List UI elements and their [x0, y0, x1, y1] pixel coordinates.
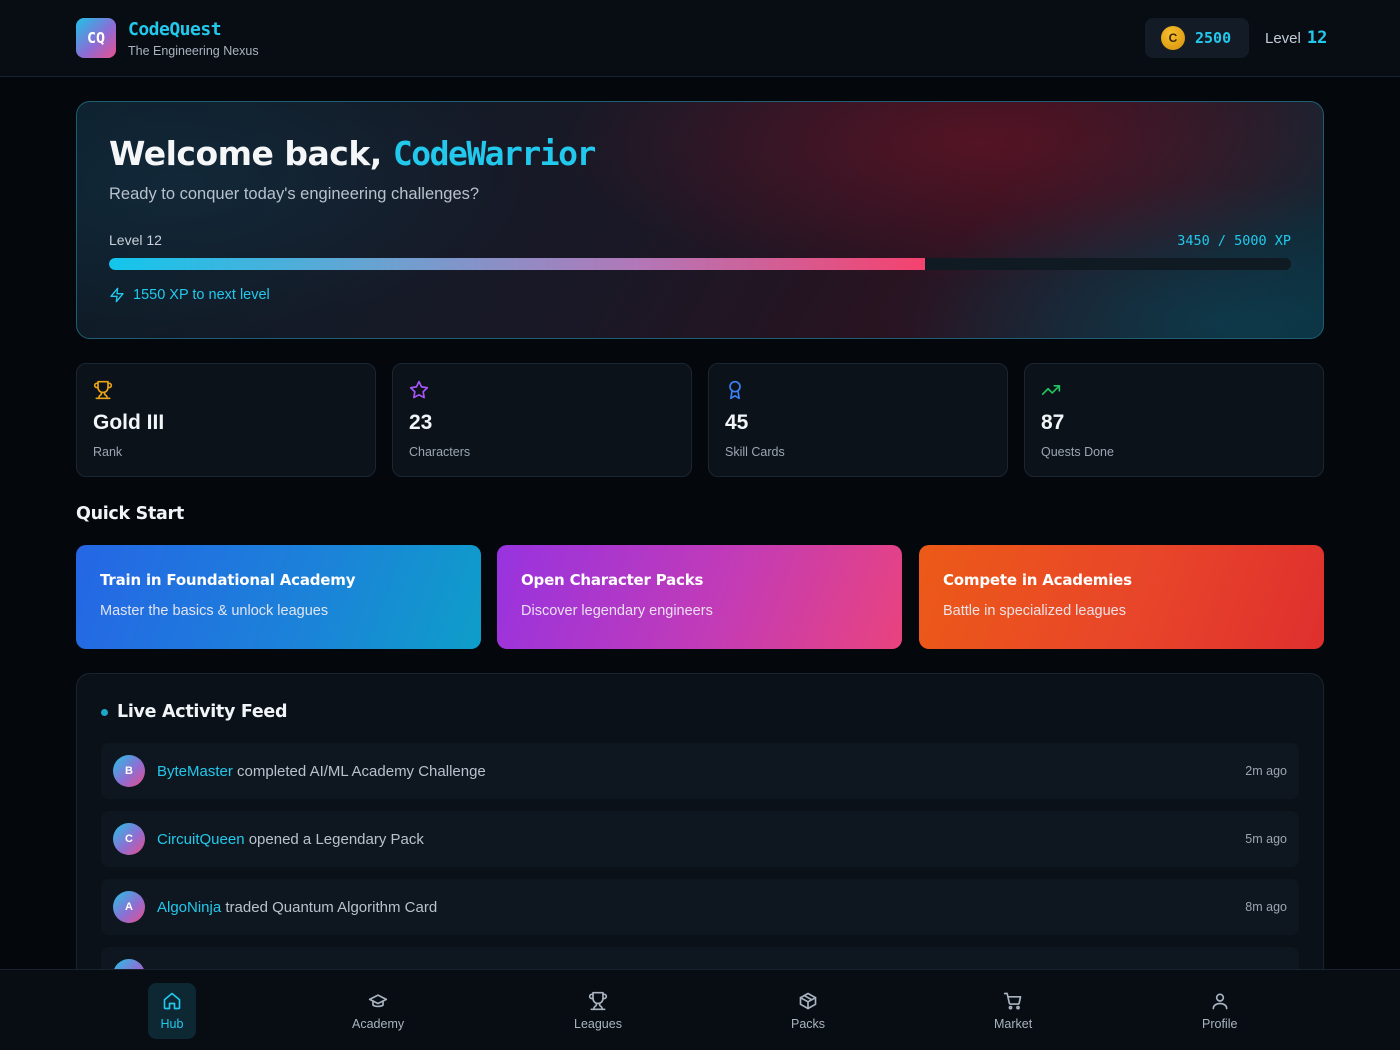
brand[interactable]: CQ CodeQuest The Engineering Nexus: [76, 18, 259, 58]
xp-progress-text: 3450 / 5000 XP: [1177, 233, 1291, 249]
live-dot-icon: [101, 708, 108, 716]
level-value: 12: [1306, 28, 1328, 48]
nav-label: Hub: [160, 1017, 184, 1031]
bottom-navigation: Hub Academy Leagues Packs Market Profile: [0, 969, 1400, 1050]
star-icon: [409, 380, 429, 399]
stat-value: 87: [1041, 411, 1065, 434]
nav-label: Academy: [352, 1017, 405, 1031]
stat-label: Skill Cards: [725, 445, 785, 459]
avatar: A: [113, 891, 145, 923]
feed-timestamp: 5m ago: [1245, 832, 1287, 846]
graduation-cap-icon: [368, 994, 388, 1008]
welcome-subtitle: Ready to conquer today's engineering cha…: [109, 185, 480, 203]
feed-action: traded Quantum Algorithm Card: [221, 898, 438, 916]
feed-item-text: CircuitQueen opened a Legendary Pack: [157, 831, 424, 848]
lightning-icon: [110, 287, 124, 303]
nav-profile[interactable]: Profile: [1202, 983, 1237, 1039]
level-label: Level: [1265, 30, 1301, 47]
trophy-icon: [588, 991, 608, 1011]
stat-value: 23: [409, 411, 433, 434]
feed-user-link[interactable]: CircuitQueen: [157, 831, 245, 848]
top-bar: CQ CodeQuest The Engineering Nexus C 250…: [0, 0, 1400, 77]
card-subtitle: Battle in specialized leagues: [943, 603, 1126, 619]
feed-user-link[interactable]: ByteMaster: [157, 763, 233, 780]
stat-card-characters[interactable]: 23 Characters: [392, 363, 692, 477]
award-icon: [729, 380, 741, 400]
trophy-icon: [93, 380, 113, 400]
cart-icon: [1003, 992, 1022, 1010]
avatar: B: [113, 755, 145, 787]
feed-item[interactable]: B ByteMaster completed AI/ML Academy Cha…: [101, 743, 1299, 799]
stat-card-skill-cards[interactable]: 45 Skill Cards: [708, 363, 1008, 477]
xp-next-text: 1550 XP to next level: [133, 287, 270, 303]
current-level: Level 12: [109, 232, 162, 248]
feed-item[interactable]: A AlgoNinja traded Quantum Algorithm Car…: [101, 879, 1299, 935]
feed-action: completed AI/ML Academy Challenge: [232, 762, 486, 780]
coin-amount: 2500: [1195, 29, 1232, 47]
level-indicator: Level 12: [1265, 28, 1327, 48]
app-tagline: The Engineering Nexus: [128, 43, 259, 58]
coin-balance[interactable]: C 2500: [1145, 18, 1249, 58]
welcome-banner: Welcome back, CodeWarrior Ready to conqu…: [76, 101, 1324, 339]
nav-label: Packs: [791, 1017, 826, 1031]
feed-item-text: AlgoNinja traded Quantum Algorithm Card: [157, 899, 437, 916]
quick-start-title: Quick Start: [76, 504, 184, 524]
nav-hub[interactable]: Hub: [148, 983, 196, 1039]
app-logo: CQ: [76, 18, 116, 58]
nav-leagues[interactable]: Leagues: [574, 983, 622, 1039]
card-subtitle: Discover legendary engineers: [521, 603, 713, 619]
card-subtitle: Master the basics & unlock leagues: [100, 603, 329, 619]
stat-card-quests[interactable]: 87 Quests Done: [1024, 363, 1324, 477]
feed-header: Live Activity Feed: [101, 702, 287, 722]
trending-up-icon: [1041, 385, 1061, 395]
quick-start-academy-button[interactable]: Train in Foundational Academy Master the…: [76, 545, 481, 649]
nav-label: Market: [994, 1017, 1033, 1031]
user-icon: [1212, 993, 1228, 1010]
coin-icon: C: [1161, 26, 1185, 50]
stat-value: Gold III: [93, 411, 165, 434]
feed-timestamp: 8m ago: [1245, 900, 1287, 914]
feed-title: Live Activity Feed: [117, 702, 288, 722]
card-title: Compete in Academies: [943, 571, 1132, 589]
feed-item-text: ByteMaster completed AI/ML Academy Chall…: [157, 763, 486, 780]
home-icon: [163, 992, 181, 1010]
package-icon: [799, 992, 817, 1010]
stat-card-rank[interactable]: Gold III Rank: [76, 363, 376, 477]
xp-to-next-level: 1550 XP to next level: [109, 287, 270, 303]
feed-timestamp: 2m ago: [1245, 764, 1287, 778]
xp-progress-fill: [109, 258, 925, 270]
stat-label: Characters: [409, 445, 471, 459]
feed-user-link[interactable]: AlgoNinja: [157, 899, 221, 916]
xp-progress-bar: [109, 258, 1291, 270]
nav-packs[interactable]: Packs: [791, 983, 825, 1039]
feed-action: opened a Legendary Pack: [244, 830, 424, 848]
app-name: CodeQuest: [128, 18, 222, 40]
feed-item[interactable]: C CircuitQueen opened a Legendary Pack 5…: [101, 811, 1299, 867]
nav-market[interactable]: Market: [994, 983, 1032, 1039]
stat-label: Rank: [93, 445, 123, 459]
quick-start-compete-button[interactable]: Compete in Academies Battle in specializ…: [919, 545, 1324, 649]
nav-academy[interactable]: Academy: [352, 983, 404, 1039]
nav-label: Leagues: [574, 1017, 622, 1031]
avatar: C: [113, 823, 145, 855]
quick-start-packs-button[interactable]: Open Character Packs Discover legendary …: [497, 545, 902, 649]
stat-value: 45: [725, 411, 749, 434]
nav-label: Profile: [1202, 1017, 1238, 1031]
card-title: Train in Foundational Academy: [100, 571, 356, 589]
stat-label: Quests Done: [1041, 445, 1114, 459]
username: CodeWarrior: [392, 134, 597, 173]
card-title: Open Character Packs: [521, 571, 704, 589]
welcome-heading: Welcome back, CodeWarrior: [109, 134, 597, 173]
welcome-text: Welcome back,: [109, 134, 382, 173]
